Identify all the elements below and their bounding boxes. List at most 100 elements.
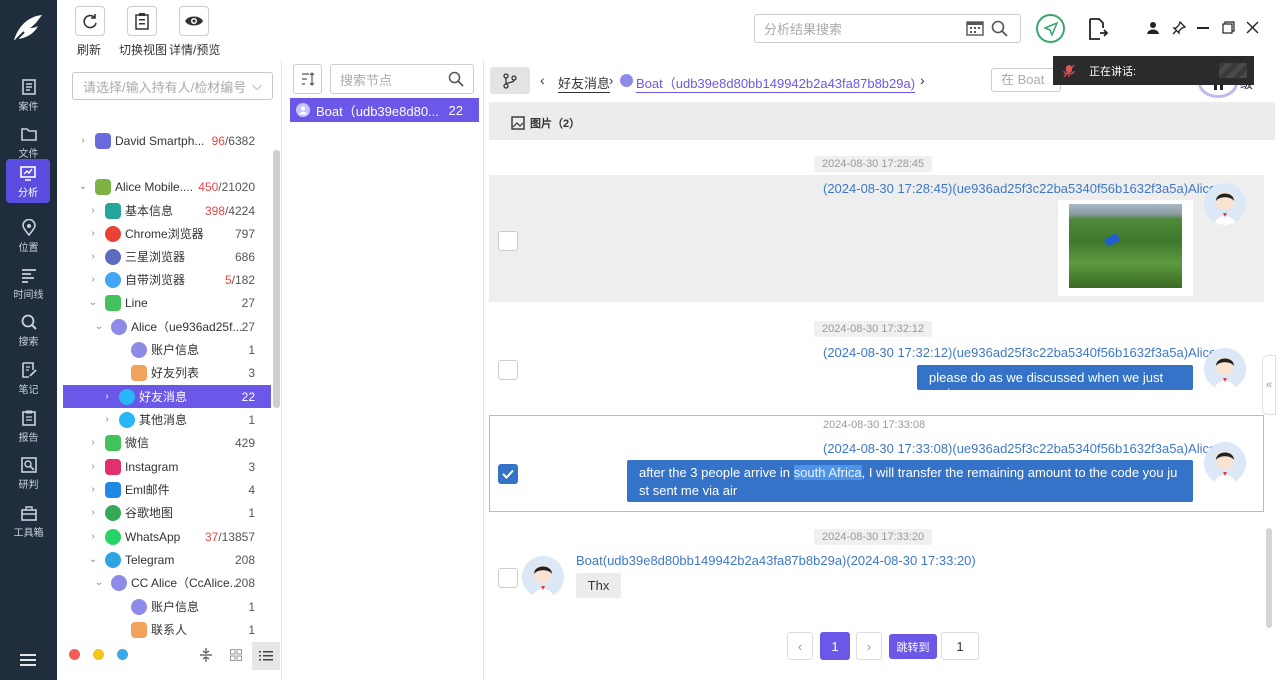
pin-icon[interactable] [1172, 20, 1187, 38]
images-tab[interactable]: 图片（2） [511, 115, 580, 131]
tree-node[interactable]: › WhatsApp 37/13857 [63, 525, 271, 548]
breadcrumb-level2[interactable]: Boat（udb39e8d80bb149942b2a43fa87b8b29a) [636, 73, 916, 93]
minimize-icon[interactable] [1197, 27, 1209, 29]
menu-icon[interactable] [20, 654, 36, 669]
chevron-right-icon[interactable]: › [87, 274, 99, 285]
image-attachment[interactable] [1058, 200, 1193, 296]
nav-item-toolbox[interactable]: 工具箱 [0, 498, 57, 544]
grid-view-icon[interactable] [230, 649, 242, 664]
chevron-down-icon[interactable]: ⌄ [77, 181, 89, 192]
chevron-right-icon[interactable]: › [77, 135, 89, 146]
tree-node[interactable]: › 其他消息 1 [63, 408, 271, 431]
tree-node[interactable]: › Instagram 3 [63, 455, 271, 478]
tree-node[interactable]: › 基本信息 398/4224 [63, 199, 271, 222]
side-collapse-handle[interactable]: « [1262, 355, 1276, 415]
tree-node[interactable]: › David Smartph... 96/6382 [63, 129, 271, 152]
search-icon[interactable] [991, 20, 1008, 40]
tree-node[interactable]: 账户信息 1 [63, 595, 271, 618]
tree-node[interactable]: 账户信息 1 [63, 338, 271, 361]
chevron-right-icon[interactable]: › [87, 461, 99, 472]
message-row[interactable]: (2024-08-30 17:32:12)(ue936ad25f3c22ba53… [489, 340, 1264, 400]
tree-node[interactable]: ⌄ CC Alice（CcAlice... 208 [63, 571, 271, 594]
chevron-right-icon[interactable]: › [87, 531, 99, 542]
refresh-button[interactable] [75, 6, 105, 36]
message-bubble[interactable]: please do as we discussed when we just m… [917, 365, 1193, 400]
chevron-right-icon[interactable]: › [87, 228, 99, 239]
branch-button[interactable] [490, 67, 530, 94]
list-view-button[interactable] [252, 642, 280, 670]
yellow-dot-icon[interactable] [93, 649, 104, 660]
chevron-right-icon[interactable]: › [87, 251, 99, 262]
blue-dot-icon[interactable] [117, 649, 128, 660]
tree-node[interactable]: › 好友消息 22 [63, 385, 271, 408]
node-search-input[interactable]: 搜索节点 [330, 64, 474, 94]
collapse-icon[interactable] [199, 647, 213, 666]
tree-node[interactable]: › 三星浏览器 686 [63, 245, 271, 268]
tree-node[interactable]: ⌄ Alice（ue936ad25f... 27 [63, 315, 271, 338]
chevron-down-icon[interactable]: ⌄ [87, 297, 99, 308]
tree-node[interactable]: ⌄ Alice Mobile.... 450/21020 [63, 175, 271, 198]
goto-page-input[interactable]: 1 [941, 632, 979, 660]
sort-button[interactable] [293, 64, 322, 94]
tree-node[interactable]: 好友列表 3 [63, 361, 271, 384]
nav-item-timeline[interactable]: 时间线 [0, 260, 57, 306]
tree-node[interactable]: › 谷歌地图 1 [63, 501, 271, 524]
forward-chevron-icon[interactable]: › [920, 72, 925, 88]
chevron-down-icon[interactable]: ⌄ [93, 577, 105, 588]
maximize-icon[interactable] [1222, 21, 1235, 37]
message-bubble[interactable]: Thx [576, 573, 621, 598]
red-dot-icon[interactable] [69, 649, 80, 660]
tree-node[interactable]: ⌄ Telegram 208 [63, 548, 271, 571]
message-row[interactable]: Boat(udb39e8d80bb149942b2a43fa87b8b29a)(… [489, 548, 1264, 608]
tree-node[interactable]: › 自带浏览器 5/182 [63, 268, 271, 291]
message-row[interactable]: (2024-08-30 17:28:45)(ue936ad25f3c22ba53… [489, 175, 1264, 302]
chevron-right-icon[interactable]: › [101, 414, 113, 425]
message-row-selected[interactable]: 2024-08-30 17:33:08 (2024-08-30 17:33:08… [489, 415, 1264, 512]
search-icon[interactable] [448, 71, 464, 90]
message-bubble[interactable]: after the 3 people arrive in south Afric… [627, 460, 1193, 502]
nav-item-note[interactable]: 笔记 [0, 355, 57, 401]
calendar-icon[interactable] [966, 20, 984, 39]
chevron-down-icon[interactable]: ⌄ [87, 554, 99, 565]
tree-node-count: 3 [248, 460, 255, 474]
goto-page-button[interactable]: 跳转到 [889, 634, 937, 659]
location-circle-button[interactable] [1036, 14, 1065, 43]
message-checkbox-checked[interactable] [498, 464, 518, 484]
tree-node[interactable]: ⌄ Line 27 [63, 291, 271, 314]
tree-scrollbar[interactable] [273, 150, 280, 408]
user-icon[interactable] [1146, 21, 1160, 38]
filter-input[interactable]: 在 Boat [991, 68, 1061, 92]
close-icon[interactable] [1246, 21, 1259, 37]
node-item-boat[interactable]: Boat（udb39e8d80... 22 [290, 98, 479, 122]
page-1-button[interactable]: 1 [820, 632, 850, 660]
nav-item-report[interactable]: 报告 [0, 403, 57, 449]
chevron-down-icon[interactable]: ⌄ [93, 321, 105, 332]
result-search-input[interactable]: 分析结果搜索 [754, 14, 1021, 43]
tree-node[interactable]: 联系人 1 [63, 618, 271, 641]
evidence-select[interactable]: 请选择/输入持有人/检材编号 ⌵ [72, 72, 273, 100]
message-checkbox[interactable] [498, 568, 518, 588]
back-chevron-icon[interactable]: ‹ [540, 72, 545, 88]
prev-page-button[interactable]: ‹ [787, 632, 813, 660]
nav-item-analysis[interactable]: 分析 [6, 159, 50, 203]
chevron-right-icon[interactable]: › [87, 205, 99, 216]
chevron-right-icon[interactable]: › [87, 507, 99, 518]
nav-item-judge[interactable]: 研判 [0, 450, 57, 496]
chevron-right-icon[interactable]: › [87, 484, 99, 495]
next-page-button[interactable]: › [856, 632, 882, 660]
breadcrumb-level1[interactable]: 好友消息 [558, 73, 611, 93]
tree-node[interactable]: › Chrome浏览器 797 [63, 222, 271, 245]
nav-item-case[interactable]: 案件 [0, 72, 57, 118]
detail-preview-button[interactable] [179, 6, 209, 36]
nav-item-location[interactable]: 位置 [0, 213, 57, 259]
message-checkbox[interactable] [498, 360, 518, 380]
message-checkbox[interactable] [498, 231, 518, 251]
export-file-icon[interactable] [1088, 18, 1109, 43]
switch-view-button[interactable] [127, 6, 157, 36]
nav-item-search[interactable]: 搜索 [0, 307, 57, 353]
chevron-right-icon[interactable]: › [87, 437, 99, 448]
tree-node[interactable]: › 微信 429 [63, 431, 271, 454]
message-scrollbar[interactable] [1266, 528, 1272, 628]
chevron-right-icon[interactable]: › [101, 391, 113, 402]
tree-node[interactable]: › Eml邮件 4 [63, 478, 271, 501]
